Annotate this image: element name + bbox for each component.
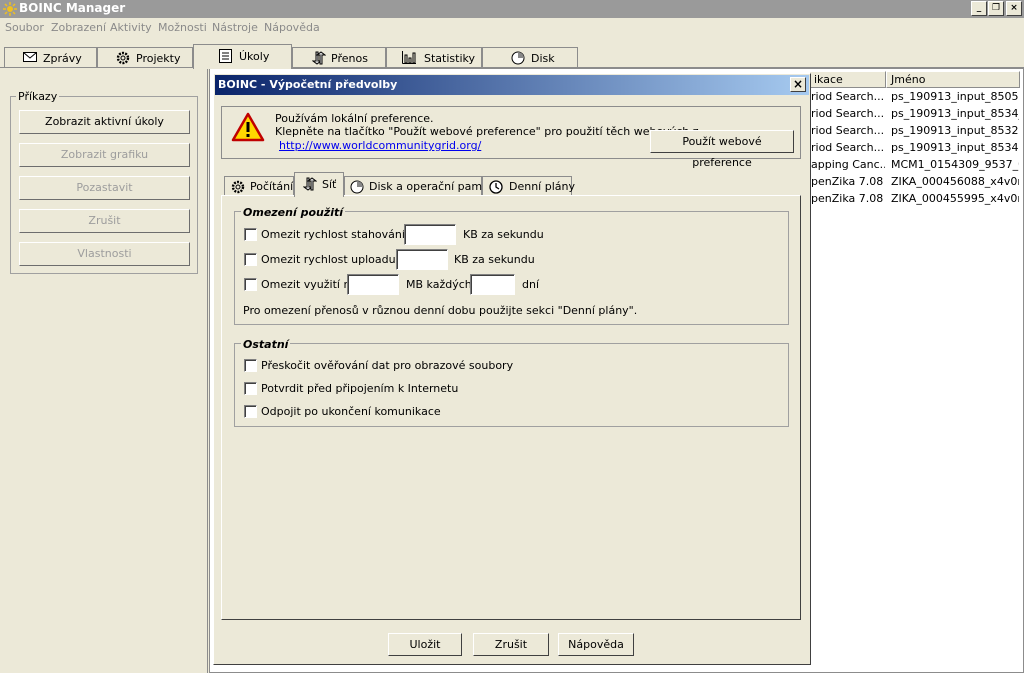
- task-app-cell: apping Canc...: [811, 158, 885, 171]
- clock-icon: [489, 180, 503, 194]
- usage-note: Pro omezení přenosů v různou denní dobu …: [243, 304, 638, 317]
- tab-projekty[interactable]: Projekty: [97, 47, 193, 68]
- tab-zpravy[interactable]: Zprávy: [4, 47, 97, 68]
- usage-mb-unit: MB každých: [406, 278, 472, 291]
- warning-icon: [231, 112, 265, 142]
- task-name-cell: ps_190913_input_85322_: [891, 124, 1019, 137]
- menu-aktivity[interactable]: Aktivity: [110, 21, 152, 34]
- tab-disk-pamet[interactable]: Disk a operační paměť: [344, 176, 493, 196]
- restore-button[interactable]: ❐: [988, 1, 1004, 16]
- task-app-cell: riod Search...: [811, 124, 885, 137]
- limit-usage-checkbox[interactable]: [244, 278, 257, 291]
- task-app-cell: riod Search...: [811, 141, 885, 154]
- use-web-preferences-button[interactable]: Použít webové preference: [650, 130, 794, 169]
- show-graphics-button[interactable]: Zobrazit grafiku: [19, 143, 190, 167]
- confirm-before-connect-checkbox[interactable]: [244, 382, 257, 395]
- tab-sit[interactable]: Síť: [294, 172, 344, 197]
- confirm-before-connect-label: Potvrdit před připojením k Internetu: [261, 382, 459, 395]
- bar-chart-icon: [402, 51, 416, 64]
- task-app-cell: penZika 7.08: [811, 175, 884, 188]
- limit-usage-label: Omezit využití na: [261, 278, 358, 291]
- task-name-cell: ps_190913_input_85345_: [891, 141, 1019, 154]
- skip-image-verification-label: Přeskočit ověřování dat pro obrazové sou…: [261, 359, 514, 372]
- upload-rate-input[interactable]: [396, 249, 448, 270]
- help-button[interactable]: Nápověda: [558, 633, 634, 656]
- usage-days-unit: dní: [522, 278, 540, 291]
- task-app-cell: riod Search...: [811, 90, 885, 103]
- window-title: BOINC Manager: [19, 1, 126, 15]
- tab-pocitani[interactable]: Počítání: [224, 176, 294, 196]
- project-website-link[interactable]: http://www.worldcommunitygrid.org/: [279, 139, 481, 152]
- list-icon: [219, 49, 233, 63]
- tab-statistiky[interactable]: Statistiky: [386, 47, 482, 68]
- usage-limits-group-label: Omezení použití: [241, 206, 346, 219]
- gear-icon: [116, 51, 130, 65]
- window-titlebar: BOINC Manager _ ❐ ×: [0, 0, 1024, 18]
- limit-upload-checkbox[interactable]: [244, 253, 257, 266]
- other-group-label: Ostatní: [241, 338, 291, 351]
- boinc-logo-icon: [3, 2, 17, 16]
- menu-soubor[interactable]: Soubor: [5, 21, 44, 34]
- menu-zobrazeni[interactable]: Zobrazení: [51, 21, 106, 34]
- transfer-icon: [302, 177, 318, 191]
- menubar: Soubor Zobrazení Aktivity Možnosti Nástr…: [0, 18, 1024, 38]
- warning-text-instruction: Klepněte na tlačítko "Použít webové pref…: [275, 125, 699, 138]
- transfer-icon: [311, 51, 327, 65]
- tab-prenos[interactable]: Přenos: [292, 47, 386, 68]
- task-name-cell: ZIKA_000456088_x4v0r_I: [891, 175, 1019, 188]
- usage-days-input[interactable]: [470, 274, 515, 295]
- suspend-button[interactable]: Pozastavit: [19, 176, 190, 200]
- download-rate-input[interactable]: [404, 224, 456, 245]
- show-active-tasks-button[interactable]: Zobrazit aktivní úkoly: [19, 110, 190, 134]
- limit-download-checkbox[interactable]: [244, 228, 257, 241]
- dialog-close-button[interactable]: ×: [790, 77, 806, 92]
- tab-disk[interactable]: Disk: [482, 47, 578, 68]
- limit-download-label: Omezit rychlost stahování na: [261, 228, 423, 241]
- commands-group-label: Příkazy: [16, 90, 60, 103]
- menu-nastroje[interactable]: Nástroje: [212, 21, 258, 34]
- download-rate-unit: KB za sekundu: [463, 228, 544, 241]
- task-app-cell: penZika 7.08: [811, 192, 884, 205]
- minimize-button[interactable]: _: [971, 1, 987, 16]
- warning-text-local: Používám lokální preference.: [275, 112, 434, 125]
- save-button[interactable]: Uložit: [388, 633, 462, 656]
- close-window-button[interactable]: ×: [1006, 1, 1022, 16]
- tab-ukoly[interactable]: Úkoly: [193, 44, 292, 69]
- tab-denni-plany[interactable]: Denní plány: [482, 176, 575, 196]
- disconnect-when-done-checkbox[interactable]: [244, 405, 257, 418]
- task-name-cell: MCM1_0154309_9537_0: [891, 158, 1019, 171]
- menu-napoveda[interactable]: Nápověda: [264, 21, 320, 34]
- task-name-cell: ps_190913_input_8534_7: [891, 107, 1019, 120]
- abort-button[interactable]: Zrušit: [19, 209, 190, 233]
- properties-button[interactable]: Vlastnosti: [19, 242, 190, 266]
- cancel-button[interactable]: Zrušit: [473, 633, 549, 656]
- column-header-name[interactable]: Jméno: [886, 71, 1020, 88]
- dialog-title: BOINC - Výpočetní předvolby: [218, 78, 398, 91]
- skip-image-verification-checkbox[interactable]: [244, 359, 257, 372]
- upload-rate-unit: KB za sekundu: [454, 253, 535, 266]
- gear-icon: [231, 180, 245, 194]
- disconnect-when-done-label: Odpojit po ukončení komunikace: [261, 405, 441, 418]
- envelope-icon: [23, 51, 37, 64]
- limit-upload-label: Omezit rychlost uploadu na: [261, 253, 413, 266]
- pie-chart-icon: [350, 180, 364, 194]
- task-name-cell: ps_190913_input_85051_: [891, 90, 1019, 103]
- column-header-application[interactable]: ikace: [809, 71, 886, 88]
- task-name-cell: ZIKA_000455995_x4v0r_I: [891, 192, 1019, 205]
- pie-chart-icon: [511, 51, 525, 65]
- menu-moznosti[interactable]: Možnosti: [158, 21, 207, 34]
- task-app-cell: riod Search...: [811, 107, 885, 120]
- usage-mb-input[interactable]: [347, 274, 399, 295]
